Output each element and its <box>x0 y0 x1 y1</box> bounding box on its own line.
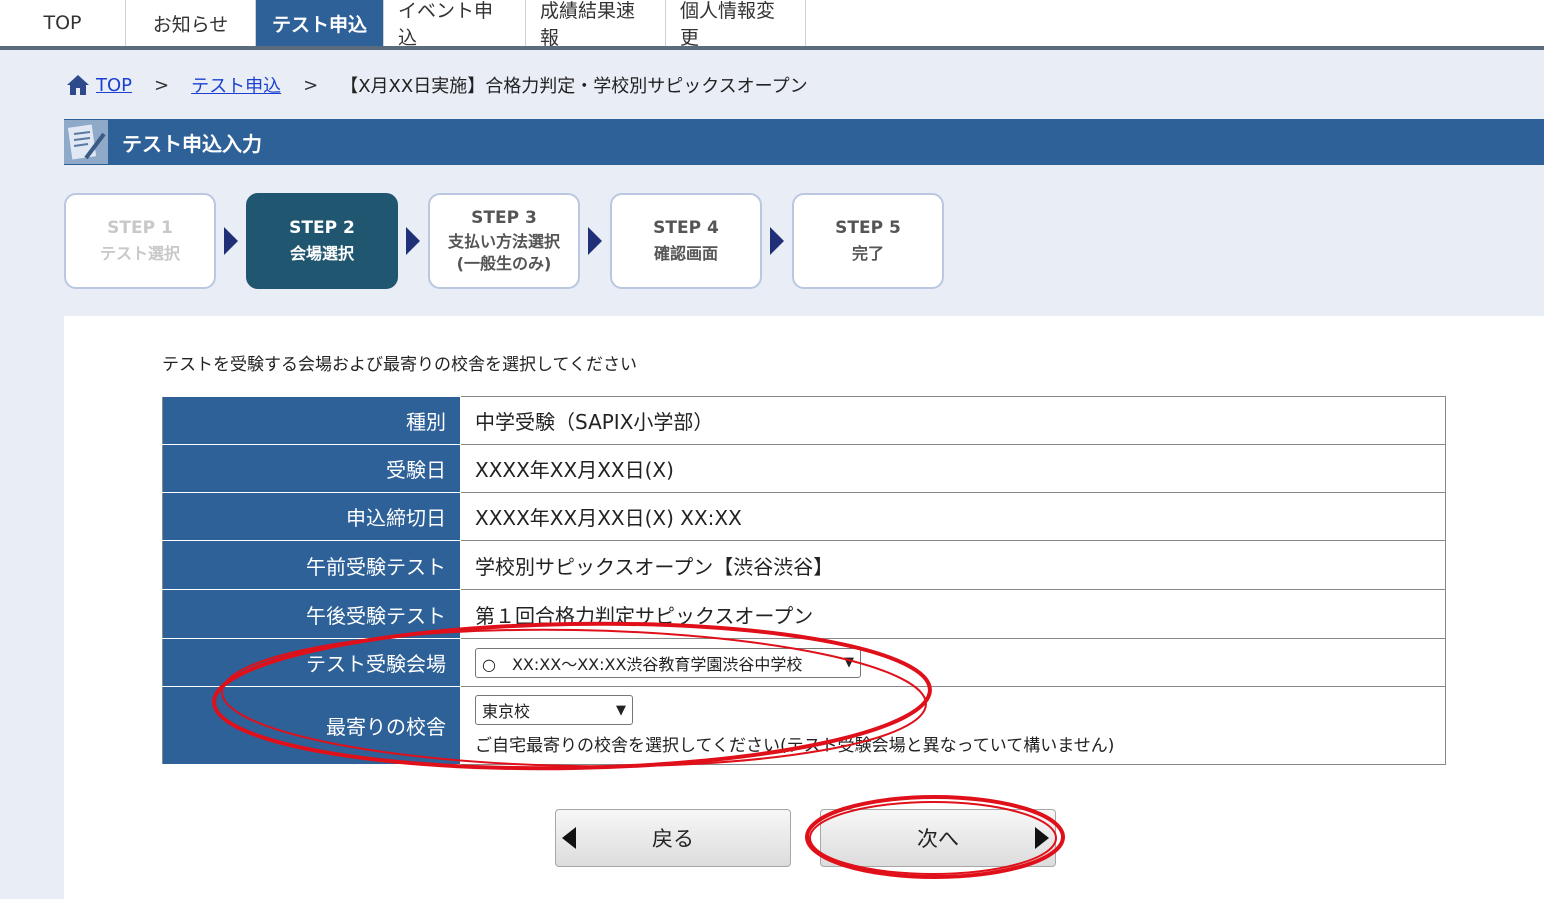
breadcrumb-separator: > <box>154 74 170 96</box>
nearest-school-note: ご自宅最寄りの校舎を選択してください(テスト受験会場と異なっていて構いません) <box>475 736 1115 756</box>
step-label: STEP 1 <box>107 218 173 239</box>
step-3: STEP 3 支払い方法選択 (一般生のみ) <box>428 193 580 289</box>
section-header: テスト申込入力 <box>64 119 1544 165</box>
pm-test-label: 午後受験テスト <box>162 589 461 639</box>
tab-results[interactable]: 成績結果速報 <box>526 0 666 49</box>
date-label: 受験日 <box>162 444 461 493</box>
table-row: テスト受験会場 ○ XX:XX～XX:XX渋谷教育学園渋谷中学校 ▼ <box>162 638 1446 687</box>
table-row: 午後受験テスト 第１回合格力判定サピックスオープン <box>162 589 1446 639</box>
nearest-school-label: 最寄りの校舎 <box>162 686 461 765</box>
venue-cell: ○ XX:XX～XX:XX渋谷教育学園渋谷中学校 ▼ <box>460 638 1446 687</box>
type-value: 中学受験（SAPIX小学部） <box>460 396 1446 445</box>
am-test-label: 午前受験テスト <box>162 540 461 590</box>
step-arrow-icon <box>216 227 246 255</box>
tab-test-application[interactable]: テスト申込 <box>256 0 384 46</box>
step-sub: 確認画面 <box>653 243 718 263</box>
application-form-table: 種別 中学受験（SAPIX小学部） 受験日 XXXX年XX月XX日(X) 申込締… <box>162 396 1446 765</box>
step-label: STEP 4 <box>653 218 719 239</box>
step-sub: テスト選択 <box>99 243 180 263</box>
deadline-value: XXXX年XX月XX日(X) XX:XX <box>460 492 1446 541</box>
breadcrumb-parent-link[interactable]: テスト申込 <box>191 72 281 98</box>
table-row: 申込締切日 XXXX年XX月XX日(X) XX:XX <box>162 492 1446 541</box>
content-panel: テストを受験する会場および最寄りの校舎を選択してください 種別 中学受験（SAP… <box>64 316 1544 899</box>
breadcrumb-home-link[interactable]: TOP <box>96 75 132 96</box>
type-label: 種別 <box>162 396 461 445</box>
step-arrow-icon <box>762 227 792 255</box>
step-1: STEP 1 テスト選択 <box>64 193 216 289</box>
instruction-text: テストを受験する会場および最寄りの校舎を選択してください <box>162 355 637 375</box>
step-sub2: (一般生のみ) <box>456 253 552 273</box>
nearest-school-cell: 東京校 ▼ ご自宅最寄りの校舎を選択してください(テスト受験会場と異なっていて構… <box>460 686 1446 765</box>
table-row: 最寄りの校舎 東京校 ▼ ご自宅最寄りの校舎を選択してください(テスト受験会場と… <box>162 686 1446 765</box>
document-pen-icon <box>64 120 108 164</box>
tab-news[interactable]: お知らせ <box>126 0 256 46</box>
pm-test-value: 第１回合格力判定サピックスオープン <box>460 589 1446 639</box>
home-icon <box>67 75 89 95</box>
venue-selected-value: ○ XX:XX～XX:XX渋谷教育学園渋谷中学校 <box>482 654 803 674</box>
right-triangle-icon <box>1035 827 1049 849</box>
chevron-down-icon: ▼ <box>844 655 854 670</box>
section-title: テスト申込入力 <box>122 131 262 156</box>
chevron-down-icon: ▼ <box>616 702 626 718</box>
step-arrow-icon <box>580 227 610 255</box>
step-4: STEP 4 確認画面 <box>610 193 762 289</box>
deadline-label: 申込締切日 <box>162 492 461 541</box>
nearest-school-select[interactable]: 東京校 ▼ <box>475 695 633 725</box>
venue-label: テスト受験会場 <box>162 638 461 687</box>
date-value: XXXX年XX月XX日(X) <box>460 444 1446 493</box>
table-row: 午前受験テスト 学校別サピックスオープン【渋谷渋谷】 <box>162 540 1446 590</box>
next-button-label: 次へ <box>917 827 959 851</box>
table-row: 受験日 XXXX年XX月XX日(X) <box>162 444 1446 493</box>
school-selected-value: 東京校 <box>482 702 531 721</box>
back-button[interactable]: 戻る <box>555 809 791 867</box>
tab-top[interactable]: TOP <box>0 0 126 46</box>
next-button[interactable]: 次へ <box>820 809 1056 867</box>
step-sub: 完了 <box>851 243 884 263</box>
breadcrumb: TOP > テスト申込 > 【X月XX日実施】合格力判定・学校別サピックスオープ… <box>66 72 808 98</box>
step-label: STEP 5 <box>835 218 901 239</box>
breadcrumb-current: 【X月XX日実施】合格力判定・学校別サピックスオープン <box>340 76 808 97</box>
step-label: STEP 2 <box>289 218 355 239</box>
breadcrumb-separator: > <box>303 74 319 96</box>
step-sub: 会場選択 <box>289 243 354 263</box>
am-test-value: 学校別サピックスオープン【渋谷渋谷】 <box>460 540 1446 590</box>
tab-profile[interactable]: 個人情報変更 <box>666 0 806 49</box>
step-5: STEP 5 完了 <box>792 193 944 289</box>
left-triangle-icon <box>562 827 576 849</box>
back-button-label: 戻る <box>652 827 694 851</box>
step-sub: 支払い方法選択 <box>447 231 560 251</box>
top-nav: TOP お知らせ テスト申込 イベント申込 成績結果速報 個人情報変更 <box>0 0 1544 50</box>
table-row: 種別 中学受験（SAPIX小学部） <box>162 396 1446 445</box>
step-2: STEP 2 会場選択 <box>246 193 398 289</box>
tab-event-application[interactable]: イベント申込 <box>384 0 526 49</box>
step-label: STEP 3 <box>471 207 537 228</box>
venue-select[interactable]: ○ XX:XX～XX:XX渋谷教育学園渋谷中学校 ▼ <box>475 647 861 678</box>
step-indicator: STEP 1 テスト選択 STEP 2 会場選択 STEP 3 支払い方法選択 … <box>64 193 944 289</box>
step-arrow-icon <box>398 227 428 255</box>
